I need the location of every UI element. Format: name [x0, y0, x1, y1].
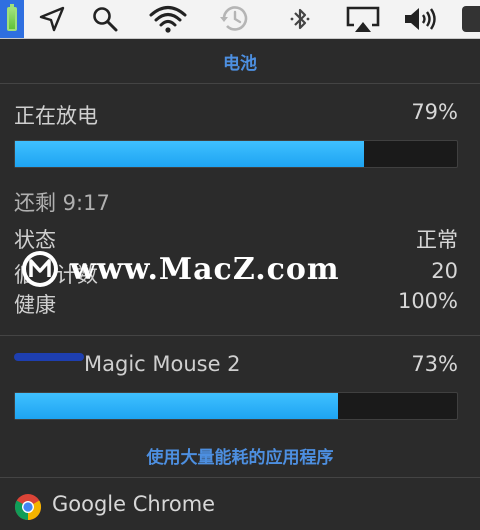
- location-arrow-icon[interactable]: [34, 0, 70, 38]
- airplay-icon[interactable]: [342, 0, 384, 38]
- condition-value: 正常: [416, 228, 458, 252]
- menu-extra-partial[interactable]: [462, 0, 480, 38]
- energy-app-item[interactable]: Google Chrome: [52, 492, 215, 516]
- health-label: 健康: [14, 293, 56, 317]
- cycle-count-value: 20: [431, 259, 458, 283]
- energy-apps-heading[interactable]: 使用大量能耗的应用程序: [0, 443, 480, 468]
- divider: [0, 83, 480, 84]
- mouse-level-bar: [14, 392, 458, 420]
- time-remaining: 还剩 9:17: [14, 191, 110, 215]
- battery-status-label: 正在放电: [14, 104, 98, 128]
- menu-bar: [0, 0, 480, 39]
- time-machine-icon[interactable]: [216, 0, 252, 38]
- watermark-logo-icon: [22, 251, 58, 287]
- chrome-icon: [14, 493, 42, 521]
- battery-icon[interactable]: [0, 0, 24, 38]
- battery-percent: 79%: [411, 100, 458, 124]
- watermark: www.MacZ.com: [20, 246, 340, 292]
- battery-level-fill: [15, 141, 365, 167]
- search-icon[interactable]: [88, 0, 122, 38]
- bluetooth-icon[interactable]: [286, 0, 314, 38]
- panel-title: 电池: [223, 54, 257, 74]
- volume-icon[interactable]: [400, 0, 440, 38]
- mouse-percent: 73%: [411, 352, 458, 376]
- redacted-owner-name: [14, 353, 84, 361]
- wifi-icon[interactable]: [146, 0, 190, 38]
- health-value: 100%: [397, 289, 458, 313]
- battery-level-bar: [14, 140, 458, 168]
- watermark-text: www.MacZ.com: [70, 251, 340, 287]
- mouse-level-fill: [15, 393, 338, 419]
- divider: [0, 477, 480, 478]
- mouse-name: Magic Mouse 2: [84, 352, 241, 376]
- divider: [0, 335, 480, 336]
